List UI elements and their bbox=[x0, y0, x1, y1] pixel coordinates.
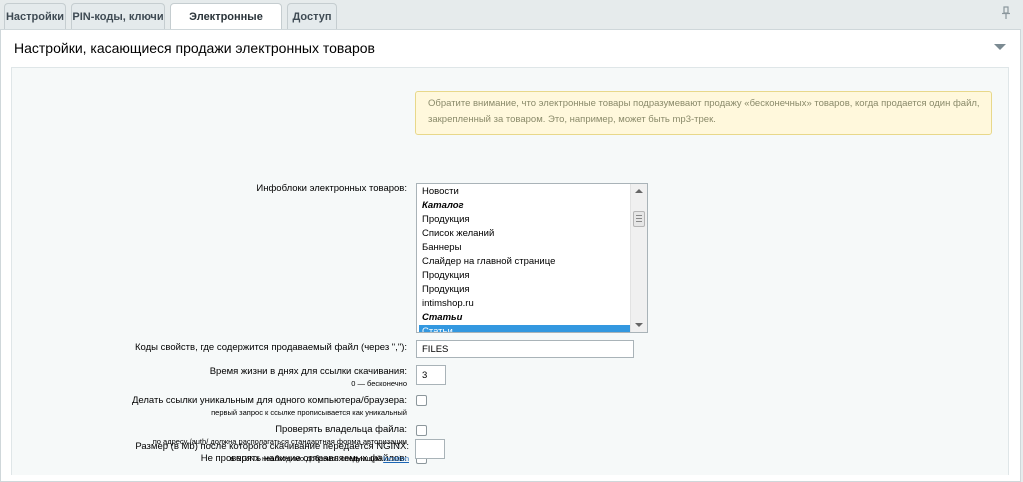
scroll-up-icon[interactable] bbox=[635, 189, 643, 193]
tab-access[interactable]: Доступ bbox=[287, 3, 337, 29]
lifetime-input[interactable] bbox=[416, 365, 446, 385]
owner-checkbox[interactable] bbox=[416, 425, 427, 436]
list-option-selected[interactable]: Статьи bbox=[419, 325, 630, 332]
list-option-group: Статьи bbox=[422, 312, 463, 323]
owner-label: Проверять владельца файла: bbox=[275, 424, 407, 435]
collapse-arrow-icon[interactable] bbox=[994, 44, 1006, 50]
iblocks-label: Инфоблоки электронных товаров: bbox=[256, 183, 407, 194]
list-option[interactable]: Продукция bbox=[419, 283, 630, 297]
nginx-hint-text: в NGINX необходимо добавить следующий bbox=[230, 454, 382, 463]
tab-pin-codes[interactable]: PIN-коды, ключи bbox=[71, 3, 165, 29]
panel-title: Настройки, касающиеся продажи электронны… bbox=[14, 40, 375, 56]
props-input[interactable] bbox=[416, 340, 634, 358]
nginx-hint: в NGINX необходимо добавить следующий lo… bbox=[230, 454, 409, 463]
tab-electronic-goods[interactable]: Электронные товары bbox=[170, 3, 282, 49]
nginx-label: Размер (в Mb) после которого скачивание … bbox=[135, 441, 409, 452]
unique-label: Делать ссылки уникальным для одного комп… bbox=[131, 395, 407, 406]
lifetime-label: Время жизни в днях для ссылки скачивания… bbox=[209, 366, 407, 377]
tab-settings[interactable]: Настройки bbox=[4, 3, 66, 29]
unique-hint: первый запрос к ссылке прописывается как… bbox=[211, 408, 407, 417]
list-option[interactable]: Баннеры bbox=[419, 241, 630, 255]
list-option[interactable]: Список желаний bbox=[419, 227, 630, 241]
scroll-thumb[interactable] bbox=[633, 211, 645, 227]
list-option[interactable]: Слайдер на главной странице bbox=[419, 255, 630, 269]
pin-icon[interactable] bbox=[1001, 6, 1011, 20]
list-option-group: Каталог bbox=[422, 200, 464, 211]
unique-checkbox[interactable] bbox=[416, 395, 427, 406]
lifetime-hint: 0 — бесконечно bbox=[351, 379, 407, 388]
tab-bar: Настройки PIN-коды, ключи Электронные то… bbox=[0, 0, 1023, 49]
notice-box: Обратите внимание, что электронные товар… bbox=[415, 91, 992, 135]
list-option[interactable]: Продукция bbox=[419, 213, 630, 227]
form-area: Обратите внимание, что электронные товар… bbox=[11, 67, 1009, 475]
nginx-location-link[interactable]: location bbox=[383, 454, 409, 463]
scroll-down-icon[interactable] bbox=[635, 323, 643, 327]
list-option[interactable]: intimshop.ru bbox=[419, 297, 630, 311]
list-scrollbar[interactable] bbox=[630, 184, 647, 332]
iblocks-select[interactable]: Новости Каталог Продукция Список желаний… bbox=[416, 183, 648, 333]
list-option[interactable]: Продукция bbox=[419, 269, 630, 283]
props-label: Коды свойств, где содержится продаваемый… bbox=[135, 342, 407, 353]
list-option[interactable]: Новости bbox=[419, 185, 630, 199]
nginx-size-input[interactable] bbox=[415, 439, 445, 459]
settings-panel: Настройки, касающиеся продажи электронны… bbox=[0, 29, 1021, 482]
